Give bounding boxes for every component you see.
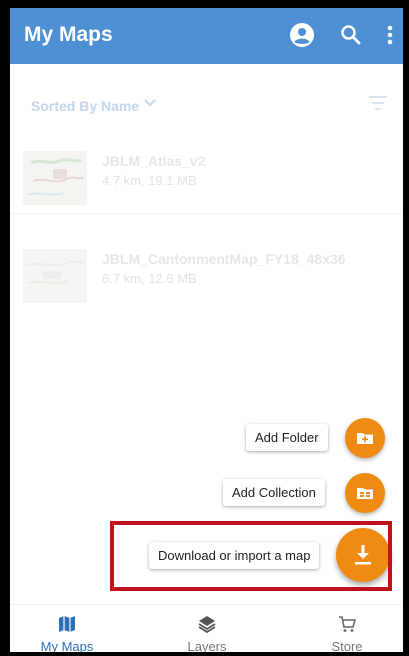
list-divider bbox=[10, 213, 403, 214]
add-collection-label[interactable]: Add Collection bbox=[223, 479, 325, 506]
map-thumbnail bbox=[23, 151, 87, 205]
cart-icon bbox=[339, 616, 356, 632]
map-thumbnail bbox=[23, 249, 87, 303]
map-meta: 6.7 km, 12.6 MB bbox=[102, 271, 197, 286]
layers-icon bbox=[198, 616, 216, 633]
account-icon[interactable] bbox=[289, 22, 315, 48]
map-icon bbox=[59, 616, 75, 632]
bottom-navigation: My Maps Layers Store bbox=[10, 604, 403, 652]
sort-bar: Sorted By Name bbox=[10, 64, 403, 132]
map-name: JBLM_Atlas_v2 bbox=[102, 153, 206, 169]
chevron-down-icon[interactable] bbox=[143, 96, 157, 110]
filter-icon[interactable] bbox=[368, 94, 388, 112]
add-folder-label[interactable]: Add Folder bbox=[246, 424, 328, 451]
nav-store[interactable]: Store bbox=[302, 605, 392, 652]
app-screen: My Maps Sorted By Name JBLM_Atlas_v2 4.7… bbox=[10, 8, 403, 652]
list-item[interactable]: JBLM_CantonmentMap_FY18_48x36 6.7 km, 12… bbox=[10, 249, 403, 319]
nav-my-maps[interactable]: My Maps bbox=[22, 605, 112, 652]
nav-label: Store bbox=[331, 639, 363, 652]
nav-layers[interactable]: Layers bbox=[162, 605, 252, 652]
nav-label: My Maps bbox=[40, 639, 94, 652]
app-bar: My Maps bbox=[10, 8, 403, 64]
search-icon[interactable] bbox=[338, 22, 364, 48]
highlight-box bbox=[110, 521, 392, 591]
add-folder-button[interactable] bbox=[345, 418, 385, 458]
collection-icon bbox=[357, 488, 373, 499]
nav-label: Layers bbox=[187, 639, 227, 652]
sort-label[interactable]: Sorted By Name bbox=[31, 98, 139, 114]
list-item[interactable]: JBLM_Atlas_v2 4.7 km, 19.1 MB bbox=[10, 151, 403, 221]
map-meta: 4.7 km, 19.1 MB bbox=[102, 173, 197, 188]
add-collection-button[interactable] bbox=[345, 473, 385, 513]
page-title: My Maps bbox=[24, 23, 113, 46]
map-name: JBLM_CantonmentMap_FY18_48x36 bbox=[102, 251, 346, 267]
add-folder-icon bbox=[357, 433, 373, 444]
more-vert-icon[interactable] bbox=[377, 22, 403, 48]
